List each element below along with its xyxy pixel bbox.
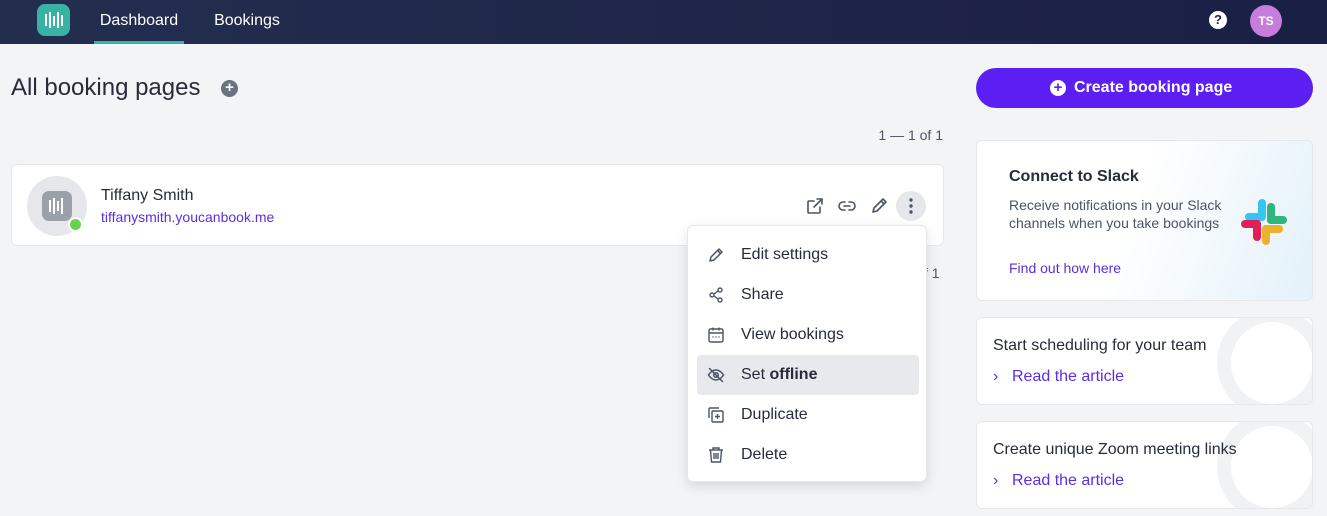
open-external-icon[interactable]: [800, 191, 830, 221]
read-article-link[interactable]: › Read the article: [993, 472, 1124, 490]
pagination-top: 1 — 1 of 1: [878, 127, 943, 143]
chevron-right-icon: ›: [993, 368, 999, 385]
menu-item-delete[interactable]: Delete: [697, 435, 919, 475]
menu-item-label: Share: [741, 286, 784, 303]
article-title: Create unique Zoom meeting links: [993, 441, 1237, 458]
menu-item-share[interactable]: Share: [697, 275, 919, 315]
user-avatar[interactable]: TS: [1250, 5, 1282, 37]
add-booking-page-icon[interactable]: +: [221, 80, 238, 97]
menu-item-label: Duplicate: [741, 406, 808, 423]
online-status-badge: [68, 217, 83, 232]
menu-item-edit-settings[interactable]: Edit settings: [697, 235, 919, 275]
slack-card-description: Receive notifications in your Slack chan…: [1009, 197, 1222, 231]
article-card[interactable]: Create unique Zoom meeting links › Read t…: [976, 421, 1313, 509]
trash-icon: [709, 447, 723, 463]
share-icon: [709, 287, 723, 303]
article-title: Start scheduling for your team: [993, 337, 1207, 354]
booking-page-url-link[interactable]: tiffanysmith.youcanbook.me: [101, 209, 274, 225]
booking-page-logo-icon: [42, 191, 72, 221]
slack-promo-card: Connect to Slack Receive notifications i…: [976, 140, 1313, 301]
more-options-icon[interactable]: [896, 191, 926, 221]
pencil-icon: [709, 248, 723, 262]
menu-item-view-bookings[interactable]: View bookings: [697, 315, 919, 355]
slack-card-title: Connect to Slack: [1009, 168, 1139, 185]
edit-pencil-icon[interactable]: [864, 191, 894, 221]
menu-item-label: Delete: [741, 446, 788, 463]
app-logo-icon[interactable]: [37, 4, 70, 36]
menu-item-duplicate[interactable]: Duplicate: [697, 395, 919, 435]
menu-item-set-offline[interactable]: Set offline: [697, 355, 919, 395]
plus-circle-icon: +: [1050, 80, 1066, 96]
menu-item-label: Set offline: [741, 366, 818, 383]
nav-tab-dashboard[interactable]: Dashboard: [94, 0, 184, 44]
booking-page-options-menu: Edit settings Share View bookings Set of…: [687, 225, 927, 482]
top-navbar: Dashboard Bookings ? TS: [0, 0, 1327, 44]
page-title: All booking pages: [11, 74, 201, 101]
read-article-link[interactable]: › Read the article: [993, 368, 1124, 386]
question-watermark-icon: [1217, 422, 1312, 508]
menu-item-label: View bookings: [741, 326, 844, 343]
help-icon[interactable]: ?: [1209, 11, 1227, 29]
booking-page-name: Tiffany Smith: [101, 187, 194, 204]
chevron-right-icon: ›: [993, 472, 999, 489]
duplicate-icon: [708, 407, 724, 423]
slack-find-out-link[interactable]: Find out how here: [1009, 260, 1121, 276]
eye-off-icon: [707, 367, 725, 383]
nav-tab-bookings[interactable]: Bookings: [206, 0, 288, 44]
slack-logo-icon: [1241, 199, 1287, 245]
copy-link-icon[interactable]: [832, 191, 862, 221]
menu-item-label: Edit settings: [741, 246, 829, 263]
create-booking-page-button[interactable]: + Create booking page: [976, 68, 1313, 108]
calendar-icon: [708, 327, 724, 343]
question-watermark-icon: [1217, 318, 1312, 404]
article-card[interactable]: Start scheduling for your team › Read the…: [976, 317, 1313, 405]
